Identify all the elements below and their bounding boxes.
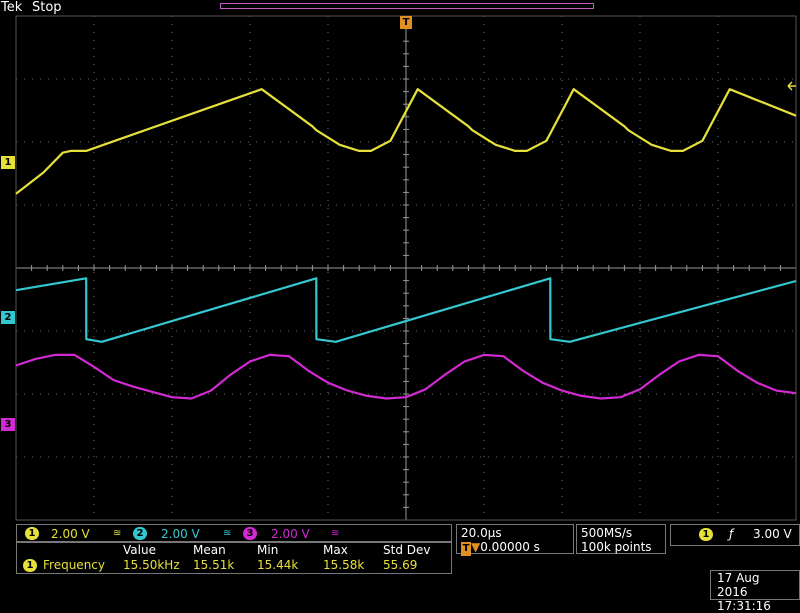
run-state-label[interactable]: Stop (32, 0, 62, 16)
date-label: 17 Aug 2016 (717, 571, 760, 599)
meas-header-mean: Mean (193, 543, 226, 557)
horizontal-scale: 20.0µs (461, 526, 502, 540)
ch2-ground-marker[interactable]: 2 (1, 311, 15, 324)
ch3-badge[interactable]: 3 (243, 527, 257, 540)
trigger-source-badge: 1 (699, 528, 713, 541)
ch1-badge[interactable]: 1 (25, 527, 39, 540)
trigger-panel[interactable]: 1 ƒ 3.00 V (670, 524, 800, 546)
meas-name[interactable]: Frequency (43, 558, 105, 572)
meas-stddev: 55.69 (383, 558, 418, 572)
ch3-marker-label: 3 (4, 419, 12, 430)
horizontal-panel[interactable]: 20.0µs T ▼0.00000 s (456, 524, 574, 556)
measurement-panel: Value Mean Min Max Std Dev 1 Frequency 1… (16, 542, 452, 574)
rising-edge-icon: ƒ (729, 527, 734, 541)
datetime-panel: 17 Aug 2016 17:31:16 (710, 570, 800, 613)
scope-display (15, 15, 797, 521)
meas-ch-badge: 1 (23, 559, 37, 572)
ch1-marker-label: 1 (4, 157, 12, 168)
meas-max: 15.58k (323, 558, 365, 572)
bandwidth-limit-icon: ≊ (331, 528, 340, 539)
brand-label: Tek (1, 0, 23, 15)
trigger-marker-label: T (402, 17, 410, 28)
ch3-ground-marker[interactable]: 3 (1, 418, 15, 431)
meas-header-stddev: Std Dev (383, 543, 431, 557)
record-length: 100k points (581, 540, 652, 554)
channel-scale-panel: 1 2.00 V ≊ 2 2.00 V ≊ 3 2.00 V ≊ (16, 524, 452, 542)
ch2-marker-label: 2 (4, 312, 12, 323)
status-bar: Tek Stop (0, 0, 800, 16)
trigger-position-marker[interactable]: T (400, 16, 412, 29)
arrow-left-icon (787, 81, 796, 91)
trigger-position-row: T ▼0.00000 s (461, 540, 569, 556)
meas-min: 15.44k (257, 558, 299, 572)
meas-header-value: Value (123, 543, 156, 557)
bandwidth-limit-icon: ≊ (223, 528, 232, 539)
sample-rate: 500MS/s (581, 526, 633, 540)
record-view-bar[interactable] (220, 3, 594, 9)
meas-value: 15.50kHz (123, 558, 180, 572)
meas-mean: 15.51k (193, 558, 235, 572)
bandwidth-limit-icon: ≊ (113, 528, 122, 539)
ch1-scale[interactable]: 2.00 V (51, 526, 90, 542)
delay-arrow-icon: ▼ (471, 540, 481, 554)
trigger-position: 0.00000 s (480, 540, 540, 554)
ch1-ground-marker[interactable]: 1 (1, 156, 15, 169)
meas-header-min: Min (257, 543, 279, 557)
acquisition-panel[interactable]: 500MS/s 100k points (576, 524, 666, 554)
ch3-scale[interactable]: 2.00 V (271, 526, 310, 542)
trigger-delay-icon: T (461, 542, 471, 556)
ch2-scale[interactable]: 2.00 V (161, 526, 200, 542)
meas-header-max: Max (323, 543, 348, 557)
trigger-level: 3.00 V (753, 527, 792, 541)
ch2-badge[interactable]: 2 (133, 527, 147, 540)
time-label: 17:31:16 (717, 599, 771, 613)
